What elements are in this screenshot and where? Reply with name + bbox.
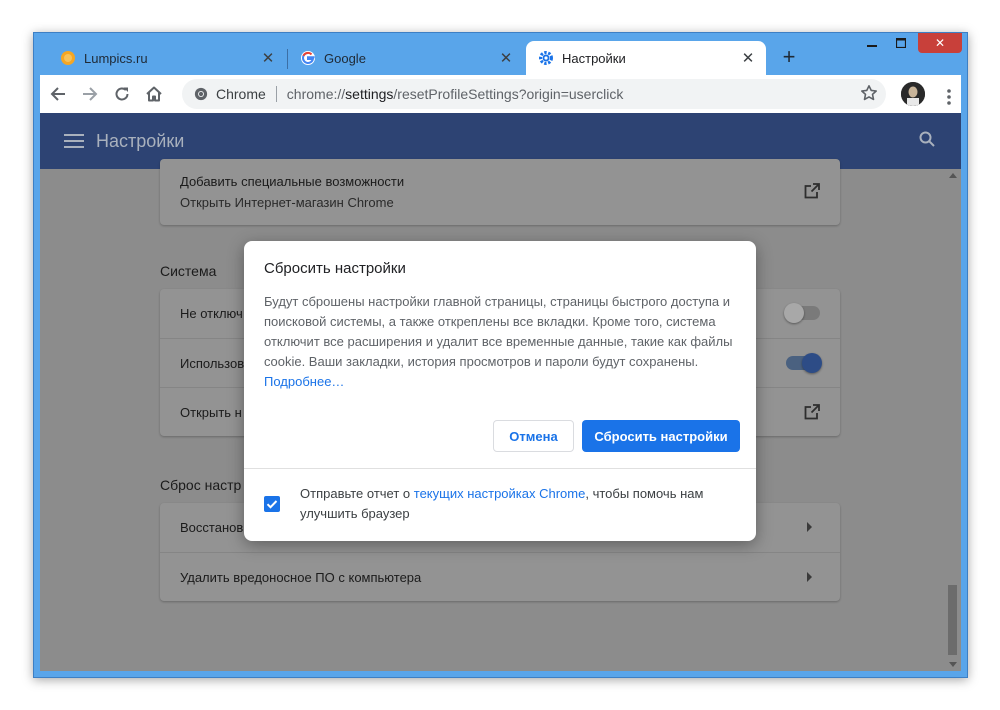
row-label: Удалить вредоносное ПО с компьютера bbox=[180, 569, 422, 585]
toggle-switch-off[interactable] bbox=[784, 303, 820, 323]
scroll-thumb[interactable] bbox=[948, 585, 957, 655]
toggle-switch-on[interactable] bbox=[786, 353, 822, 373]
reload-icon bbox=[115, 87, 129, 101]
reset-settings-button[interactable]: Сбросить настройки bbox=[582, 420, 740, 452]
row-label: Использов bbox=[180, 355, 245, 371]
site-info-chip[interactable]: Chrome bbox=[182, 86, 266, 102]
tab-lumpics[interactable]: Lumpics.ru ✕ bbox=[48, 41, 286, 75]
dialog-body-text: Будут сброшены настройки главной страниц… bbox=[264, 294, 733, 369]
close-icon[interactable]: ✕ bbox=[498, 50, 514, 67]
close-icon[interactable]: ✕ bbox=[740, 50, 756, 67]
open-external-icon[interactable] bbox=[804, 183, 820, 202]
dialog-divider bbox=[244, 468, 756, 469]
cancel-button[interactable]: Отмена bbox=[493, 420, 574, 452]
menu-dots-icon[interactable] bbox=[933, 81, 965, 113]
accessibility-card: Добавить специальные возможности Открыть… bbox=[160, 159, 840, 225]
browser-toolbar: Chrome chrome://settings/resetProfileSet… bbox=[40, 75, 961, 113]
maximize-button[interactable] bbox=[889, 33, 913, 53]
learn-more-link[interactable]: Подробнее… bbox=[264, 374, 344, 389]
current-settings-link[interactable]: текущих настройках Chrome bbox=[414, 486, 586, 501]
row-label: Восстанов bbox=[180, 520, 244, 535]
reset-section-title: Сброс настр bbox=[160, 477, 242, 493]
tab-title: Настройки bbox=[562, 50, 626, 66]
tab-google[interactable]: Google ✕ bbox=[288, 41, 524, 75]
close-icon: ✕ bbox=[934, 36, 946, 50]
url-text: chrome://settings/resetProfileSettings?o… bbox=[286, 86, 624, 102]
search-icon[interactable] bbox=[919, 131, 935, 152]
tab-strip: Lumpics.ru ✕ Google ✕ Настройки ✕ + ✕ bbox=[34, 33, 967, 75]
minimize-button[interactable] bbox=[860, 33, 884, 53]
row-label: Не отключ bbox=[180, 306, 243, 321]
dialog-body: Будут сброшены настройки главной страниц… bbox=[264, 292, 736, 392]
system-section-title: Система bbox=[160, 263, 217, 279]
new-tab-button[interactable]: + bbox=[778, 46, 800, 69]
home-button[interactable] bbox=[138, 78, 170, 110]
open-external-icon[interactable] bbox=[804, 404, 820, 423]
site-chip-label: Chrome bbox=[216, 86, 266, 102]
home-icon bbox=[146, 86, 162, 102]
dialog-title: Сбросить настройки bbox=[264, 260, 406, 277]
avatar[interactable] bbox=[901, 82, 925, 106]
tab-title: Google bbox=[324, 50, 366, 66]
send-report-checkbox[interactable] bbox=[264, 496, 280, 512]
row-subtitle: Открыть Интернет-магазин Chrome bbox=[180, 195, 394, 210]
chrome-icon bbox=[194, 87, 208, 101]
tab-title: Lumpics.ru bbox=[84, 50, 148, 66]
lumpics-icon bbox=[60, 50, 76, 66]
window-close-button[interactable]: ✕ bbox=[918, 33, 962, 53]
checkmark-icon bbox=[266, 500, 278, 509]
arrow-right-icon bbox=[83, 87, 98, 101]
row-label: Открыть н bbox=[180, 404, 242, 420]
report-consent-text: Отправьте отчет о текущих настройках Chr… bbox=[300, 486, 704, 521]
reset-settings-dialog: Сбросить настройки Будут сброшены настро… bbox=[244, 241, 756, 541]
reset-row[interactable]: Удалить вредоносное ПО с компьютера bbox=[160, 552, 840, 601]
scroll-down-icon[interactable] bbox=[949, 662, 957, 667]
omnibox-divider bbox=[275, 86, 277, 102]
scroll-up-icon[interactable] bbox=[949, 173, 957, 178]
tab-settings[interactable]: Настройки ✕ bbox=[526, 41, 766, 75]
reload-button[interactable] bbox=[106, 78, 138, 110]
address-bar[interactable]: Chrome chrome://settings/resetProfileSet… bbox=[182, 79, 886, 109]
row-title: Добавить специальные возможности bbox=[180, 174, 405, 189]
gear-icon bbox=[538, 50, 554, 66]
close-icon[interactable]: ✕ bbox=[260, 50, 276, 67]
arrow-right-icon bbox=[807, 572, 812, 582]
add-accessibility-row[interactable]: Добавить специальные возможности Открыть… bbox=[160, 159, 840, 225]
google-icon bbox=[300, 50, 316, 66]
star-icon[interactable] bbox=[860, 84, 878, 105]
arrow-left-icon bbox=[50, 87, 65, 101]
forward-button[interactable] bbox=[74, 78, 106, 110]
scrollbar[interactable] bbox=[944, 169, 961, 671]
back-button[interactable] bbox=[42, 78, 74, 110]
page-title: Настройки bbox=[96, 130, 185, 151]
hamburger-menu-icon[interactable] bbox=[64, 130, 84, 152]
arrow-right-icon bbox=[807, 522, 812, 532]
